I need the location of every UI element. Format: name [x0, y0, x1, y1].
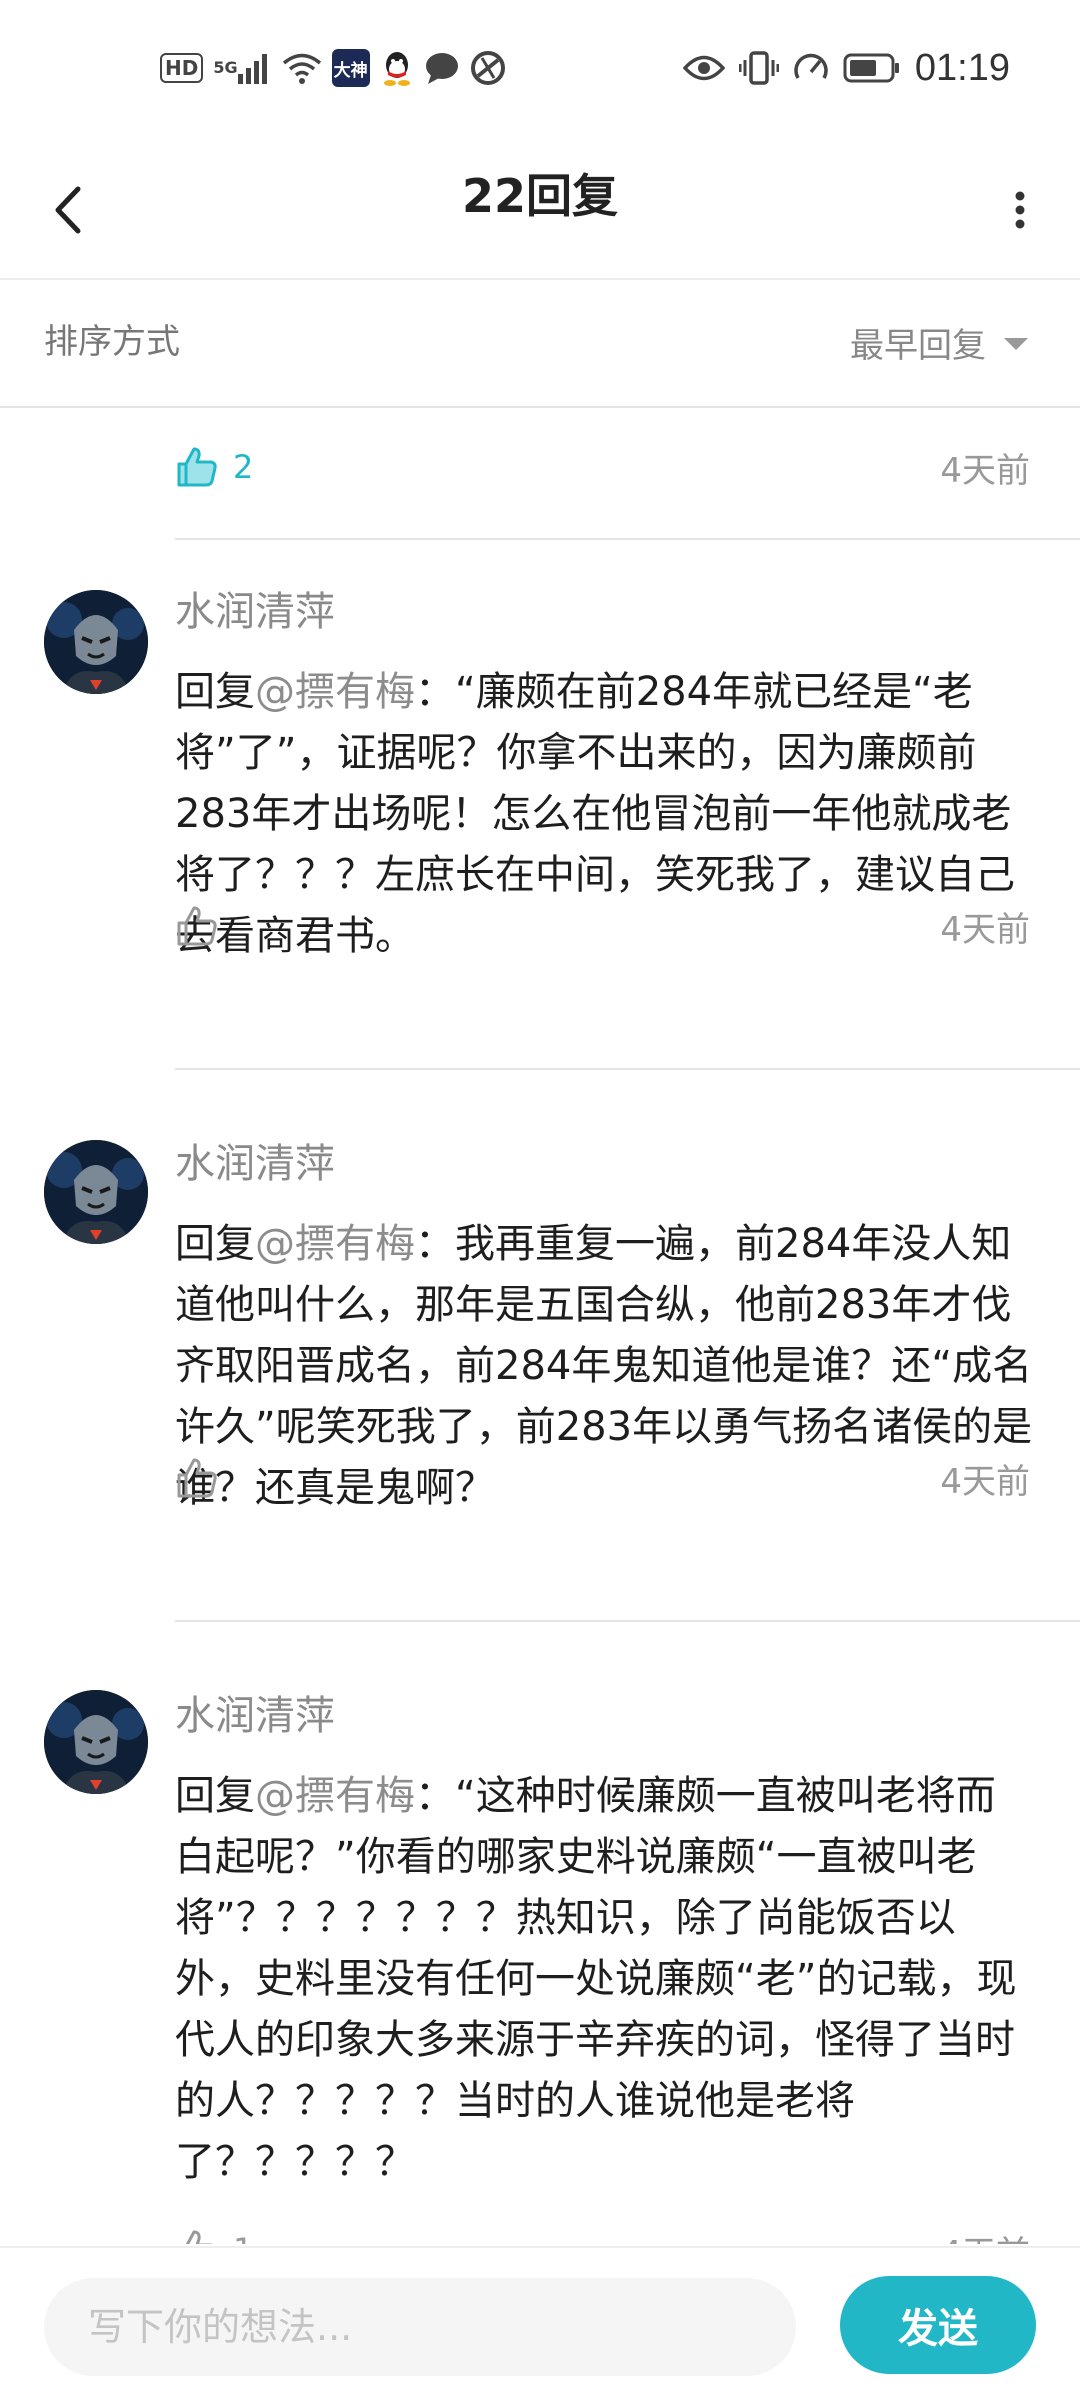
avatar[interactable]: [44, 1140, 148, 1244]
like-count: 2: [233, 448, 254, 486]
reply-footer: 4天前: [175, 1448, 1030, 1508]
reply-time: 4天前: [940, 1461, 1030, 1502]
author-name[interactable]: 水润清萍: [175, 588, 335, 636]
like-button[interactable]: 2: [175, 445, 253, 489]
back-button[interactable]: [38, 170, 98, 250]
reply-item: 水润清萍 回复@摽有梅：我再重复一遍，前284年没人知道他叫什么，那年是五国合纵…: [0, 1098, 1080, 1518]
composer-bar: 发送: [0, 2246, 1080, 2402]
reply-time: 4天前: [940, 450, 1030, 491]
speed-gauge-icon: [793, 50, 829, 86]
mention-link[interactable]: @摽有梅: [255, 669, 415, 715]
eye-comfort-icon: [682, 53, 725, 83]
comment-input[interactable]: [44, 2278, 796, 2376]
more-vertical-icon: [1015, 191, 1025, 229]
send-button[interactable]: 发送: [840, 2276, 1036, 2374]
browser-globe-icon: [470, 50, 506, 86]
avatar[interactable]: [44, 590, 148, 694]
vibrate-icon: [738, 50, 779, 86]
status-bar: HD 5G 大神 01:19: [0, 0, 1080, 140]
thumbs-up-outline-icon: [185, 2230, 213, 2244]
like-button[interactable]: [175, 1456, 233, 1500]
previous-reply-footer: 2 4天前: [175, 432, 1030, 502]
sort-label: 排序方式: [44, 322, 180, 362]
cellular-signal-icon: 5G: [213, 52, 271, 84]
reply-prefix: 回复: [175, 669, 255, 715]
reply-list[interactable]: 2 4天前 水润清萍 回复@摽有梅：“廉颇在前284年就已经是“老将”了”，证据…: [0, 408, 1080, 2244]
battery-icon: [843, 52, 901, 84]
thumbs-up-filled-icon: [177, 447, 217, 487]
clock-time: 01:19: [914, 46, 1010, 89]
thumbs-up-outline-icon: [177, 1458, 217, 1498]
author-name[interactable]: 水润清萍: [175, 1140, 335, 1188]
status-right: 01:19: [682, 40, 1010, 96]
like-button[interactable]: [175, 904, 233, 948]
message-bubble-icon: [424, 51, 460, 85]
author-name[interactable]: 水润清萍: [175, 1692, 335, 1740]
divider: [175, 538, 1080, 540]
reply-item: 水润清萍 回复@摽有梅：“廉颇在前284年就已经是“老将”了”，证据呢？你拿不出…: [0, 548, 1080, 968]
reply-footer: 4天前: [175, 896, 1030, 956]
reply-text: ：“这种时候廉颇一直被叫老将而白起呢？”你看的哪家史料说廉颇“一直被叫老将”？？…: [175, 1773, 1017, 2185]
divider: [175, 1068, 1080, 1070]
thumbs-up-outline-icon: [177, 906, 217, 946]
dropdown-caret-icon: [1004, 338, 1028, 350]
qq-icon: [380, 49, 414, 87]
reply-item: 水润清萍 回复@摽有梅：“这种时候廉颇一直被叫老将而白起呢？”你看的哪家史料说廉…: [0, 1648, 1080, 2244]
mention-link[interactable]: @摽有梅: [255, 1221, 415, 1267]
dashen-app-icon: 大神: [331, 49, 370, 87]
avatar[interactable]: [44, 1690, 148, 1794]
sort-dropdown[interactable]: 最早回复: [850, 280, 1028, 404]
divider: [175, 1620, 1080, 1622]
wifi-icon: [282, 52, 322, 84]
reply-time: 4天前: [940, 909, 1030, 950]
mention-link[interactable]: @摽有梅: [255, 1773, 415, 1819]
reply-time: 4天前: [940, 2226, 1030, 2245]
sort-selected-value: 最早回复: [850, 325, 986, 366]
nav-bar: 22回复: [0, 140, 1080, 280]
reply-prefix: 回复: [175, 1221, 255, 1267]
sort-bar: 排序方式 最早回复: [0, 280, 1080, 408]
reply-footer: 1 4天前: [175, 2220, 1030, 2244]
page-title: 22回复: [461, 169, 618, 223]
network-type-label: 5G: [213, 58, 238, 77]
back-arrow-icon: [55, 186, 81, 234]
like-button[interactable]: 1: [175, 2228, 253, 2244]
reply-content: 回复@摽有梅：“这种时候廉颇一直被叫老将而白起呢？”你看的哪家史料说廉颇“一直被…: [175, 1766, 1035, 2193]
hd-icon: HD: [160, 53, 204, 83]
more-options-button[interactable]: [990, 170, 1050, 250]
status-left: HD 5G 大神: [160, 46, 506, 90]
like-count: 1: [233, 2231, 253, 2244]
reply-prefix: 回复: [175, 1773, 255, 1819]
